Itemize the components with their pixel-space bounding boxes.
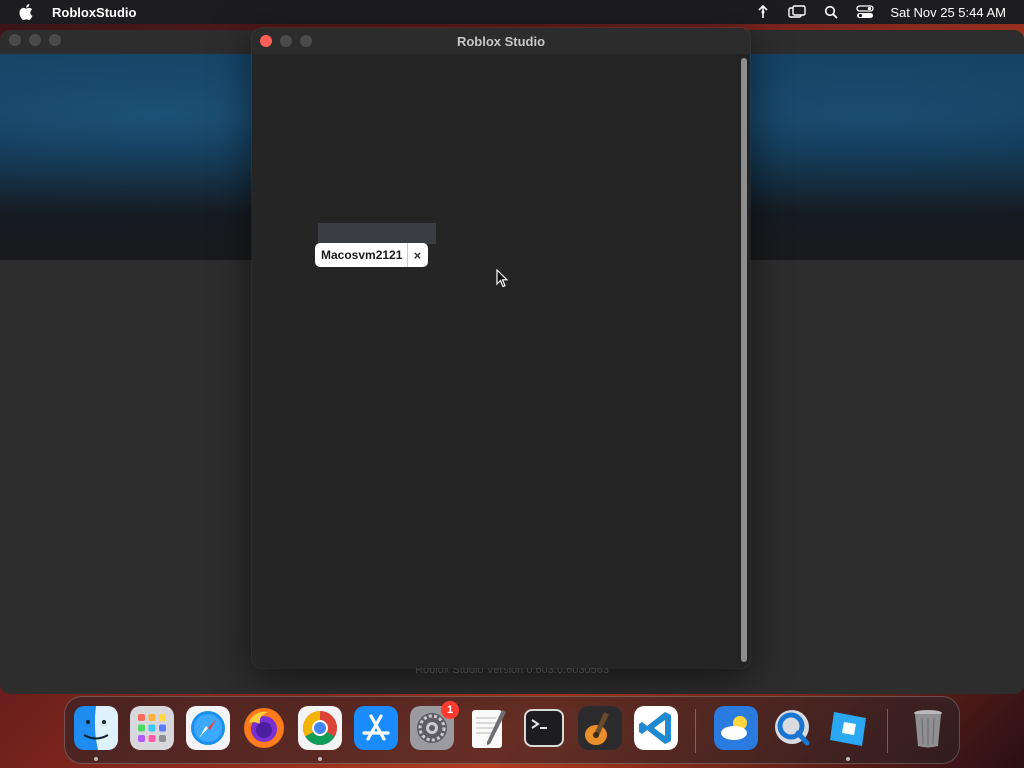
garageband-icon[interactable] bbox=[578, 706, 622, 750]
safari-icon[interactable] bbox=[186, 706, 230, 750]
active-app-name[interactable]: RobloxStudio bbox=[52, 5, 137, 20]
dock: 1 bbox=[64, 696, 960, 764]
vscode-icon[interactable] bbox=[634, 706, 678, 750]
firefox-icon[interactable] bbox=[242, 706, 286, 750]
window-minimize-button-inactive[interactable] bbox=[29, 34, 41, 46]
dock-separator bbox=[887, 709, 888, 753]
window-zoom-button-inactive[interactable] bbox=[49, 34, 61, 46]
trash-icon[interactable] bbox=[906, 706, 950, 750]
menubar-clock[interactable]: Sat Nov 25 5:44 AM bbox=[890, 5, 1006, 20]
finder-icon[interactable] bbox=[74, 706, 118, 750]
roblox-studio-icon[interactable] bbox=[826, 706, 870, 750]
window-close-button-inactive[interactable] bbox=[9, 34, 21, 46]
roblox-studio-running-indicator bbox=[846, 757, 850, 761]
login-content-area: Macosvm2121 × bbox=[252, 54, 738, 668]
launchpad-icon[interactable] bbox=[130, 706, 174, 750]
menu-bar: RobloxStudio Sat Nov 25 5:44 AM bbox=[0, 0, 1024, 24]
textedit-icon[interactable] bbox=[466, 706, 510, 750]
apple-icon[interactable] bbox=[18, 3, 34, 21]
control-center-icon[interactable] bbox=[848, 0, 882, 24]
quicktime-icon[interactable] bbox=[770, 706, 814, 750]
window-titlebar[interactable]: Roblox Studio bbox=[252, 28, 750, 54]
finder-running-indicator bbox=[94, 757, 98, 761]
weather-icon[interactable] bbox=[714, 706, 758, 750]
chrome-icon[interactable] bbox=[298, 706, 342, 750]
stats-icon[interactable] bbox=[746, 0, 780, 24]
scrollbar[interactable] bbox=[738, 54, 750, 668]
screen-mirroring-icon[interactable] bbox=[780, 0, 814, 24]
window-title: Roblox Studio bbox=[456, 34, 546, 49]
dock-separator bbox=[695, 709, 696, 753]
terminal-icon[interactable] bbox=[522, 706, 566, 750]
spotlight-search-icon[interactable] bbox=[814, 0, 848, 24]
account-chip[interactable]: Macosvm2121 × bbox=[315, 243, 429, 267]
system-settings-badge: 1 bbox=[441, 701, 459, 719]
roblox-login-window: Roblox Studio Macosvm2121 × bbox=[252, 28, 750, 668]
app-store-icon[interactable] bbox=[354, 706, 398, 750]
username-field[interactable] bbox=[318, 223, 436, 244]
account-chip-label[interactable]: Macosvm2121 bbox=[321, 248, 402, 262]
chrome-running-indicator bbox=[318, 757, 322, 761]
scrollbar-thumb[interactable] bbox=[741, 58, 747, 662]
mouse-cursor-icon bbox=[496, 269, 508, 288]
remove-account-button[interactable]: × bbox=[407, 243, 422, 267]
